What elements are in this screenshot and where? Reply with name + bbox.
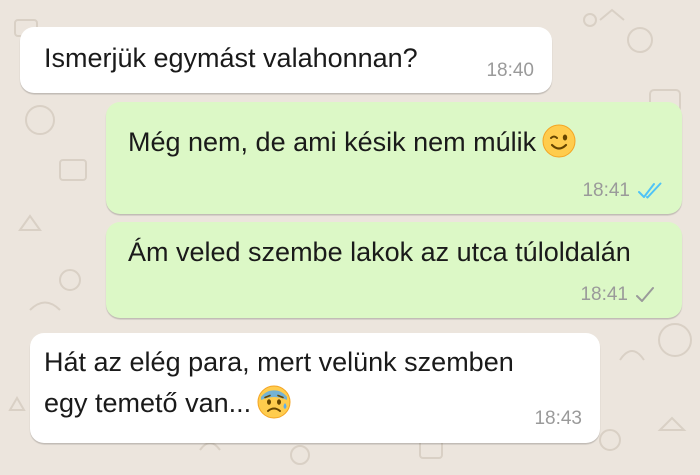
message-text-content: Még nem, de ami késik nem múlik — [128, 127, 537, 157]
message-timestamp: 18:41 — [582, 180, 630, 201]
message-timestamp: 18:43 — [534, 408, 582, 429]
message-timestamp: 18:41 — [580, 284, 628, 305]
message-text: Ám veled szembe lakok az utca túloldalán — [128, 237, 631, 267]
message-text-line-2: egy temető van... — [44, 385, 291, 422]
message-bubble-outgoing[interactable]: Még nem, de ami késik nem múlik 18:41 — [106, 102, 682, 214]
message-time: 18:40 — [486, 60, 534, 82]
message-bubble-outgoing[interactable]: Ám veled szembe lakok az utca túloldalán… — [106, 222, 682, 318]
message-meta: 18:41 — [582, 180, 664, 202]
message-bubble-incoming[interactable]: Ismerjük egymást valahonnan? 18:40 — [20, 27, 552, 93]
message-bubble-incoming[interactable]: Hát az elég para, mert velünk szemben eg… — [30, 333, 600, 443]
message-text: Még nem, de ami késik nem múlik — [128, 124, 576, 161]
single-check-icon — [636, 286, 654, 304]
chat-conversation: Ismerjük egymást valahonnan? 18:40 Még n… — [0, 0, 700, 475]
message-time: 18:43 — [534, 408, 582, 430]
message-timestamp: 18:40 — [486, 60, 534, 81]
message-text-content: egy temető van... — [44, 388, 252, 418]
message-text: Ismerjük egymást valahonnan? — [44, 43, 418, 73]
message-text-line-1: Hát az elég para, mert velünk szemben — [44, 347, 514, 377]
double-check-icon — [638, 182, 664, 200]
winking-face-emoji — [542, 124, 576, 158]
anxious-face-with-sweat-emoji — [257, 385, 291, 419]
message-meta: 18:41 — [580, 284, 654, 306]
